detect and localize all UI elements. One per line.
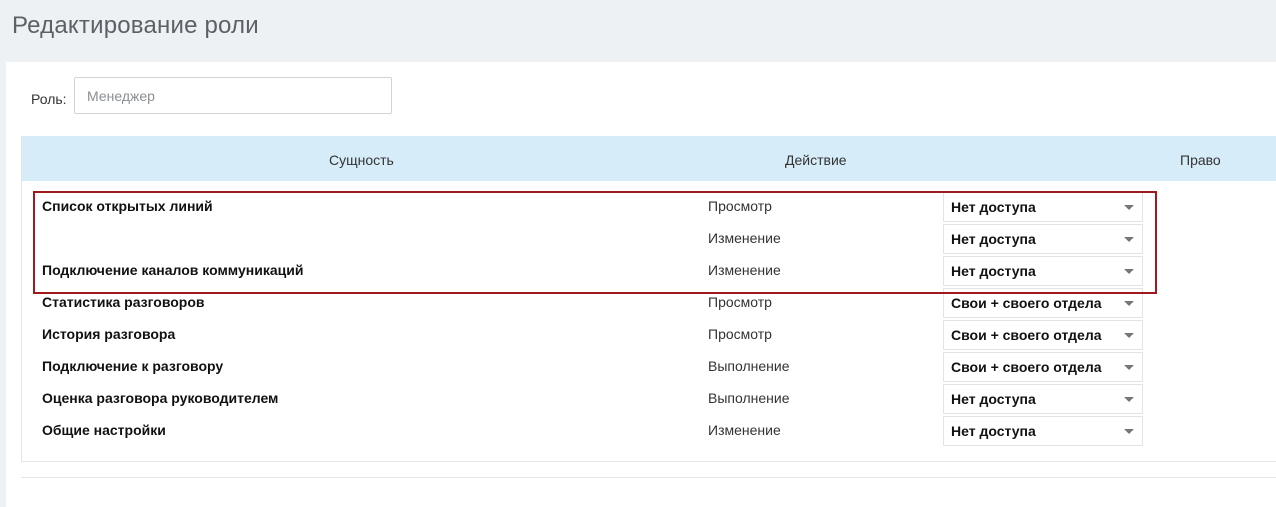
column-header-action: Действие <box>785 152 847 168</box>
footer-divider <box>21 477 1276 478</box>
permission-select-value: Нет доступа <box>951 199 1036 215</box>
entity-cell: Оценка разговора руководителем <box>42 390 279 406</box>
permission-select-value: Свои + своего отдела <box>951 327 1102 343</box>
caret-down-icon <box>1124 237 1134 242</box>
permission-select[interactable]: Нет доступа <box>943 416 1143 446</box>
action-cell: Просмотр <box>708 326 772 342</box>
permission-select-value: Нет доступа <box>951 263 1036 279</box>
action-cell: Изменение <box>708 230 781 246</box>
permission-select[interactable]: Свои + своего отдела <box>943 288 1143 318</box>
entity-cell: История разговора <box>42 326 176 342</box>
action-cell: Просмотр <box>708 198 772 214</box>
table-row: Статистика разговоров Просмотр Свои + св… <box>22 285 1276 318</box>
caret-down-icon <box>1124 365 1134 370</box>
action-cell: Просмотр <box>708 294 772 310</box>
table-row: Общие настройки Изменение Нет доступа <box>22 413 1276 446</box>
permissions-table: Сущность Действие Право Список открытых … <box>21 136 1276 462</box>
permission-select[interactable]: Нет доступа <box>943 224 1143 254</box>
caret-down-icon <box>1124 397 1134 402</box>
table-row: Подключение каналов коммуникаций Изменен… <box>22 253 1276 286</box>
permission-select[interactable]: Свои + своего отдела <box>943 320 1143 350</box>
table-row: История разговора Просмотр Свои + своего… <box>22 317 1276 350</box>
permission-select[interactable]: Нет доступа <box>943 256 1143 286</box>
table-header: Сущность Действие Право <box>22 136 1276 181</box>
page-title: Редактирование роли <box>12 12 259 39</box>
table-row: Изменение Нет доступа <box>22 221 1276 254</box>
permission-select[interactable]: Нет доступа <box>943 384 1143 414</box>
action-cell: Выполнение <box>708 390 790 406</box>
permission-select[interactable]: Нет доступа <box>943 192 1143 222</box>
permission-select[interactable]: Свои + своего отдела <box>943 352 1143 382</box>
table-body: Список открытых линий Просмотр Нет досту… <box>22 189 1276 446</box>
permission-select-value: Свои + своего отдела <box>951 359 1102 375</box>
caret-down-icon <box>1124 205 1134 210</box>
column-header-entity: Сущность <box>329 152 394 168</box>
permission-select-value: Нет доступа <box>951 423 1036 439</box>
role-name-input[interactable] <box>74 77 392 114</box>
role-label: Роль: <box>31 91 67 107</box>
entity-cell: Общие настройки <box>42 422 166 438</box>
column-header-right: Право <box>1180 152 1221 168</box>
permission-select-value: Нет доступа <box>951 391 1036 407</box>
permission-select-value: Свои + своего отдела <box>951 295 1102 311</box>
caret-down-icon <box>1124 269 1134 274</box>
action-cell: Изменение <box>708 262 781 278</box>
action-cell: Выполнение <box>708 358 790 374</box>
table-row: Оценка разговора руководителем Выполнени… <box>22 381 1276 414</box>
action-cell: Изменение <box>708 422 781 438</box>
caret-down-icon <box>1124 429 1134 434</box>
entity-cell: Подключение каналов коммуникаций <box>42 262 304 278</box>
permission-select-value: Нет доступа <box>951 231 1036 247</box>
table-row: Список открытых линий Просмотр Нет досту… <box>22 189 1276 222</box>
caret-down-icon <box>1124 301 1134 306</box>
entity-cell: Подключение к разговору <box>42 358 224 374</box>
role-edit-panel: Роль: Сущность Действие Право Список отк… <box>6 62 1276 507</box>
table-row: Подключение к разговору Выполнение Свои … <box>22 349 1276 382</box>
entity-cell: Список открытых линий <box>42 198 213 214</box>
caret-down-icon <box>1124 333 1134 338</box>
entity-cell: Статистика разговоров <box>42 294 205 310</box>
